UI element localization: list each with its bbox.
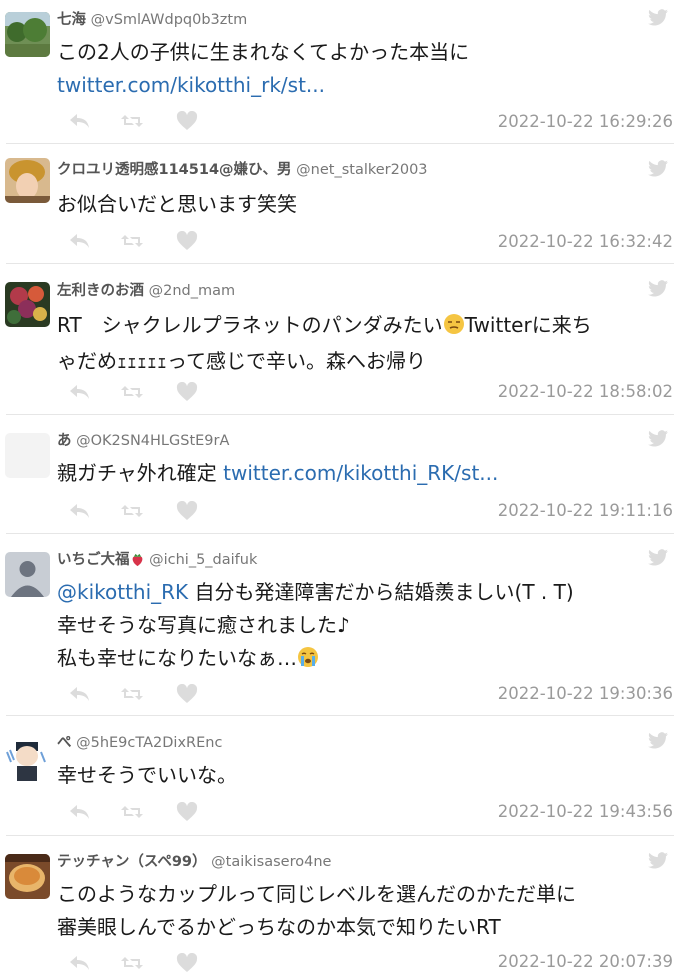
like-icon[interactable] bbox=[176, 801, 198, 826]
reply-icon[interactable] bbox=[68, 231, 90, 255]
avatar[interactable] bbox=[5, 282, 50, 327]
text-segment: 私も幸せになりたいなぁ… bbox=[57, 646, 297, 670]
twitter-bird-icon bbox=[648, 430, 668, 447]
reply-icon[interactable] bbox=[68, 802, 90, 826]
text-segment: 幸せそうな写真に癒されました♪ bbox=[57, 613, 350, 637]
tweet-text: 親ガチャ外れ確定 twitter.com/kikotthi_RK/st... bbox=[57, 457, 498, 490]
user-name[interactable]: ぺ bbox=[57, 735, 72, 751]
twitter-bird-icon bbox=[648, 160, 668, 177]
tweet-text: この2人の子供に生まれなくてよかった本当に twitter.com/kikott… bbox=[57, 36, 469, 102]
timestamp: 2022-10-22 20:07:39 bbox=[497, 952, 673, 971]
timestamp: 2022-10-22 19:30:36 bbox=[497, 684, 673, 703]
user-handle[interactable]: @OK2SN4HLGStE9rA bbox=[76, 433, 229, 449]
tweet-item: 七海 @vSmlAWdpq0b3ztm この2人の子供に生まれなくてよかった本当… bbox=[0, 0, 680, 143]
text-segment: RT シャクレルプラネットのパンダみたい bbox=[57, 313, 443, 337]
retweet-icon[interactable] bbox=[120, 382, 144, 406]
text-segment: ゃだめｪｪｪｪｪって感じで辛い。森へお帰り bbox=[57, 349, 426, 373]
avatar[interactable] bbox=[5, 736, 50, 781]
like-icon[interactable] bbox=[176, 381, 198, 406]
tweet-item: あ @OK2SN4HLGStE9rA 親ガチャ外れ確定 twitter.com/… bbox=[0, 415, 680, 533]
twitter-bird-icon bbox=[648, 732, 668, 749]
user-handle[interactable]: @ichi_5_daifuk bbox=[149, 552, 257, 568]
reply-icon[interactable] bbox=[68, 501, 90, 525]
text-segment: Twitterに来ち bbox=[464, 313, 592, 337]
like-icon[interactable] bbox=[176, 683, 198, 708]
like-icon[interactable] bbox=[176, 230, 198, 255]
text-segment: このようなカップルって同じレベルを選んだのかただ単に bbox=[57, 882, 576, 906]
crying-face-emoji-icon bbox=[297, 645, 319, 678]
tweet-link[interactable]: twitter.com/kikotthi_rk/st... bbox=[57, 73, 325, 97]
user-handle[interactable]: @2nd_mam bbox=[149, 283, 236, 299]
avatar[interactable] bbox=[5, 854, 50, 899]
tweet-item: テッチャン（スペ99） @taikisasero4ne このようなカップルって同… bbox=[0, 836, 680, 977]
like-icon[interactable] bbox=[176, 952, 198, 977]
tweet-text: @kikotthi_RK 自分も発達障害だから結婚羨ましい(T . T) 幸せそ… bbox=[57, 576, 574, 678]
tweet-header: クロユリ透明感114514@嫌ひ、男 @net_stalker2003 bbox=[57, 158, 428, 179]
retweet-icon[interactable] bbox=[120, 684, 144, 708]
tweet-header: あ @OK2SN4HLGStE9rA bbox=[57, 429, 229, 450]
reply-icon[interactable] bbox=[68, 382, 90, 406]
retweet-icon[interactable] bbox=[120, 231, 144, 255]
twitter-bird-icon bbox=[648, 852, 668, 869]
tweet-text: お似合いだと思います笑笑 bbox=[57, 188, 297, 221]
timestamp: 2022-10-22 19:11:16 bbox=[497, 501, 673, 520]
user-handle[interactable]: @net_stalker2003 bbox=[296, 162, 427, 178]
user-name[interactable]: クロユリ透明感114514@嫌ひ、男 bbox=[57, 162, 292, 178]
reply-icon[interactable] bbox=[68, 684, 90, 708]
text-segment: この2人の子供に生まれなくてよかった本当に bbox=[57, 40, 470, 64]
smirking-face-emoji-icon bbox=[443, 312, 465, 345]
retweet-icon[interactable] bbox=[120, 953, 144, 977]
like-icon[interactable] bbox=[176, 110, 198, 135]
avatar[interactable] bbox=[5, 433, 50, 478]
mention-link[interactable]: @kikotthi_RK bbox=[57, 580, 188, 604]
strawberry-emoji-icon bbox=[130, 552, 145, 571]
tweet-text: RT シャクレルプラネットのパンダみたい Twitterに来ち ゃだめｪｪｪｪｪっ… bbox=[57, 309, 592, 378]
retweet-icon[interactable] bbox=[120, 501, 144, 525]
avatar[interactable] bbox=[5, 12, 50, 57]
tweet-feed: 七海 @vSmlAWdpq0b3ztm この2人の子供に生まれなくてよかった本当… bbox=[0, 0, 680, 977]
user-name[interactable]: 左利きのお酒 bbox=[57, 283, 144, 299]
tweet-header: ぺ @5hE9cTA2DixREnc bbox=[57, 731, 222, 752]
user-handle[interactable]: @taikisasero4ne bbox=[211, 854, 331, 870]
tweet-header: いちご大福 @ichi_5_daifuk bbox=[57, 548, 257, 571]
tweet-text: このようなカップルって同じレベルを選んだのかただ単に 審美眼しんでるかどっちなの… bbox=[57, 878, 576, 944]
tweet-item: クロユリ透明感114514@嫌ひ、男 @net_stalker2003 お似合い… bbox=[0, 144, 680, 262]
user-name[interactable]: テッチャン（スペ99） bbox=[57, 854, 207, 870]
reply-icon[interactable] bbox=[68, 953, 90, 977]
user-name[interactable]: 七海 bbox=[57, 12, 86, 28]
timestamp: 2022-10-22 18:58:02 bbox=[497, 382, 673, 401]
retweet-icon[interactable] bbox=[120, 802, 144, 826]
retweet-icon[interactable] bbox=[120, 111, 144, 135]
user-handle[interactable]: @vSmlAWdpq0b3ztm bbox=[91, 12, 248, 28]
reply-icon[interactable] bbox=[68, 111, 90, 135]
avatar[interactable] bbox=[5, 158, 50, 203]
tweet-item: いちご大福 @ichi_5_daifuk @kikotthi_RK 自分も発達障… bbox=[0, 534, 680, 715]
twitter-bird-icon bbox=[648, 549, 668, 566]
text-segment: 審美眼しんでるかどっちなのか本気で知りたいRT bbox=[57, 915, 501, 939]
timestamp: 2022-10-22 16:29:26 bbox=[497, 112, 673, 131]
twitter-bird-icon bbox=[648, 9, 668, 26]
tweet-text: 幸せそうでいいな。 bbox=[57, 759, 237, 792]
avatar[interactable] bbox=[5, 552, 50, 597]
text-segment: 幸せそうでいいな。 bbox=[57, 763, 237, 787]
tweet-header: 左利きのお酒 @2nd_mam bbox=[57, 279, 235, 300]
tweet-item: ぺ @5hE9cTA2DixREnc 幸せそうでいいな。 2022-10-22 … bbox=[0, 716, 680, 834]
text-segment: 自分も発達障害だから結婚羨ましい(T . T) bbox=[188, 580, 574, 604]
twitter-bird-icon bbox=[648, 280, 668, 297]
user-name[interactable]: いちご大福 bbox=[57, 552, 130, 568]
like-icon[interactable] bbox=[176, 500, 198, 525]
tweet-header: 七海 @vSmlAWdpq0b3ztm bbox=[57, 8, 247, 29]
text-segment: お似合いだと思います笑笑 bbox=[57, 192, 297, 216]
text-segment: 親ガチャ外れ確定 bbox=[57, 461, 224, 485]
tweet-item: 左利きのお酒 @2nd_mam RT シャクレルプラネットのパンダみたい Twit… bbox=[0, 264, 680, 414]
timestamp: 2022-10-22 16:32:42 bbox=[497, 232, 673, 251]
tweet-header: テッチャン（スペ99） @taikisasero4ne bbox=[57, 850, 331, 871]
tweet-link[interactable]: twitter.com/kikotthi_RK/st... bbox=[223, 461, 498, 485]
user-handle[interactable]: @5hE9cTA2DixREnc bbox=[76, 735, 222, 751]
user-name[interactable]: あ bbox=[57, 433, 72, 449]
timestamp: 2022-10-22 19:43:56 bbox=[497, 802, 673, 821]
